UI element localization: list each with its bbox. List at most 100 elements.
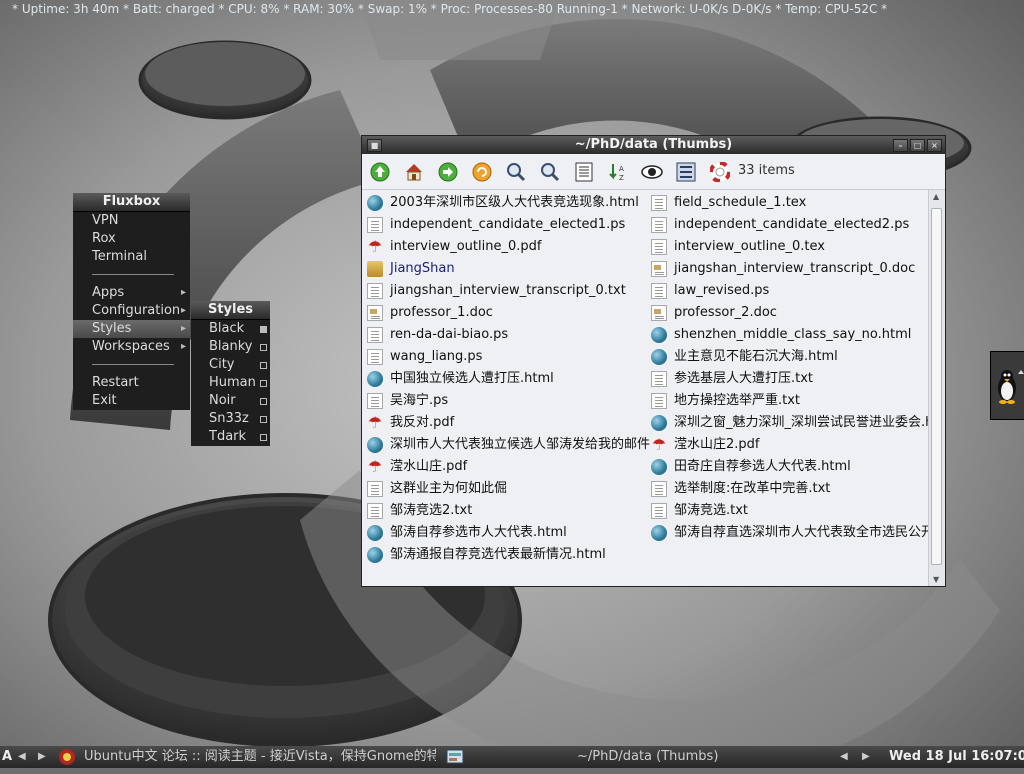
file-item[interactable]: 深圳市人大代表独立候选人邹涛发给我的邮件	[367, 434, 650, 456]
file-item[interactable]: field_schedule_1.tex	[651, 192, 929, 214]
file-item[interactable]: ☂ 滢水山庄2.pdf	[651, 434, 929, 456]
file-item[interactable]: shenzhen_middle_class_say_no.html	[651, 324, 929, 346]
menu-item-rox[interactable]: Rox	[73, 230, 190, 248]
file-name: 田奇庄自荐参选人大代表.html	[674, 459, 851, 474]
file-item[interactable]: wang_liang.ps	[367, 346, 650, 368]
file-item[interactable]: 业主意见不能石沉大海.html	[651, 346, 929, 368]
style-item-sn33z[interactable]: Sn33z	[191, 410, 270, 428]
txt-file-icon	[651, 481, 667, 497]
file-item[interactable]: professor_1.doc	[367, 302, 650, 324]
file-name: professor_2.doc	[674, 305, 777, 320]
zoom-in-icon[interactable]	[505, 161, 527, 183]
file-item[interactable]: 参选基层人大遭打压.txt	[651, 368, 929, 390]
filemanager-task-icon[interactable]	[446, 749, 464, 765]
file-item[interactable]: independent_candidate_elected1.ps	[367, 214, 650, 236]
style-item-noir[interactable]: Noir	[191, 392, 270, 410]
menu-title: Fluxbox	[73, 193, 190, 212]
file-item[interactable]: ☂ 我反对.pdf	[367, 412, 650, 434]
details-icon[interactable]	[573, 161, 595, 183]
minimize-button[interactable]: –	[893, 139, 908, 152]
close-button[interactable]: ×	[927, 139, 942, 152]
workspace-name[interactable]: A	[2, 746, 12, 768]
file-item[interactable]: jiangshan_interview_transcript_0.doc	[651, 258, 929, 280]
file-column-right: field_schedule_1.tex independent_candidat…	[651, 192, 929, 544]
penguin-icon[interactable]	[991, 352, 1024, 419]
file-item[interactable]: 邹涛竞选.txt	[651, 500, 929, 522]
file-item[interactable]: ☂ 滢水山庄.pdf	[367, 456, 650, 478]
menu-item-apps[interactable]: Apps ▸	[73, 284, 190, 302]
file-item[interactable]: 深圳之窗_魅力深圳_深圳尝试民誉进业委会.h	[651, 412, 929, 434]
file-item[interactable]: 邹涛通报自荐竞选代表最新情况.html	[367, 544, 650, 566]
sort-icon[interactable]: AZ	[607, 161, 629, 183]
help-icon[interactable]	[709, 161, 731, 183]
file-item[interactable]: 这群业主为何如此倔	[367, 478, 650, 500]
menu-item-restart[interactable]: Restart	[73, 374, 190, 392]
file-name: 选举制度:在改革中完善.txt	[674, 481, 831, 496]
window-titlebar[interactable]: ■ ~/PhD/data (Thumbs) – □ ×	[362, 136, 945, 154]
task-filemanager[interactable]: ~/PhD/data (Thumbs)	[577, 746, 718, 768]
file-item[interactable]: ren-da-dai-biao.ps	[367, 324, 650, 346]
style-item-black[interactable]: Black	[191, 320, 270, 338]
file-item[interactable]: 邹涛自荐直选深圳市人大代表致全市选民公开	[651, 522, 929, 544]
menu-item-workspaces[interactable]: Workspaces ▸	[73, 338, 190, 356]
style-item-human[interactable]: Human	[191, 374, 270, 392]
style-item-label: Noir	[209, 393, 236, 408]
task-browser[interactable]: Ubuntu中文 论坛 :: 阅读主题 - 接近Vista，保持Gnome的特	[84, 746, 436, 768]
file-item[interactable]: 2003年深圳市区级人大代表竞选现象.html	[367, 192, 650, 214]
folder-item[interactable]: JiangShan	[367, 258, 650, 280]
next-workspace-icon[interactable]: ▶	[38, 746, 46, 768]
next-window-icon[interactable]: ▶	[862, 746, 870, 768]
style-item-label: Sn33z	[209, 411, 249, 426]
scroll-down-icon[interactable]: ▼	[933, 575, 939, 584]
file-item[interactable]: 田奇庄自荐参选人大代表.html	[651, 456, 929, 478]
home-icon[interactable]	[403, 161, 425, 183]
fluxbox-root-menu: Fluxbox VPN Rox Terminal Apps ▸ Configura…	[73, 193, 190, 410]
scroll-up-icon[interactable]: ▲	[933, 192, 939, 201]
file-name: wang_liang.ps	[390, 349, 483, 364]
styles-submenu: Styles Black Blanky City Human Noir Sn33…	[191, 301, 270, 446]
txt-file-icon	[367, 393, 383, 409]
radio-icon	[260, 398, 267, 405]
browser-task-icon[interactable]	[58, 748, 76, 766]
zoom-out-icon[interactable]	[539, 161, 561, 183]
refresh-icon[interactable]	[471, 161, 493, 183]
maximize-button[interactable]: □	[910, 139, 925, 152]
file-item[interactable]: 吴海宁.ps	[367, 390, 650, 412]
window-menu-button[interactable]: ■	[367, 139, 382, 152]
file-item[interactable]: 邹涛竞选2.txt	[367, 500, 650, 522]
file-item[interactable]: jiangshan_interview_transcript_0.txt	[367, 280, 650, 302]
forward-icon[interactable]	[437, 161, 459, 183]
file-name: 深圳市人大代表独立候选人邹涛发给我的邮件	[390, 437, 651, 452]
file-item[interactable]: law_revised.ps	[651, 280, 929, 302]
up-icon[interactable]	[369, 161, 391, 183]
file-item[interactable]: 中国独立候选人遭打压.html	[367, 368, 650, 390]
file-item[interactable]: 选举制度:在改革中完善.txt	[651, 478, 929, 500]
txt-file-icon	[367, 481, 383, 497]
vertical-scrollbar[interactable]: ▲ ▼	[928, 190, 945, 586]
file-name: jiangshan_interview_transcript_0.doc	[674, 261, 916, 276]
eye-icon[interactable]	[641, 161, 663, 183]
html-file-icon	[651, 459, 667, 475]
list-icon[interactable]	[675, 161, 697, 183]
style-item-blanky[interactable]: Blanky	[191, 338, 270, 356]
file-item[interactable]: independent_candidate_elected2.ps	[651, 214, 929, 236]
file-item[interactable]: professor_2.doc	[651, 302, 929, 324]
clock: Wed 18 Jul 16:07:04	[889, 749, 1024, 764]
menu-item-styles[interactable]: Styles ▸	[73, 320, 190, 338]
prev-workspace-icon[interactable]: ◀	[18, 746, 26, 768]
txt-file-icon	[367, 349, 383, 365]
menu-item-configuration[interactable]: Configuration ▸	[73, 302, 190, 320]
file-item[interactable]: 邹涛自荐参选市人大代表.html	[367, 522, 650, 544]
prev-window-icon[interactable]: ◀	[840, 746, 848, 768]
txt-file-icon	[367, 283, 383, 299]
style-item-tdark[interactable]: Tdark	[191, 428, 270, 446]
file-item[interactable]: ☂ interview_outline_0.pdf	[367, 236, 650, 258]
file-name: 中国独立候选人遭打压.html	[390, 371, 554, 386]
scrollbar-thumb[interactable]	[931, 208, 942, 565]
menu-item-exit[interactable]: Exit	[73, 392, 190, 410]
style-item-city[interactable]: City	[191, 356, 270, 374]
menu-item-vpn[interactable]: VPN	[73, 212, 190, 230]
menu-item-terminal[interactable]: Terminal	[73, 248, 190, 266]
file-item[interactable]: 地方操控选举严重.txt	[651, 390, 929, 412]
file-item[interactable]: interview_outline_0.tex	[651, 236, 929, 258]
